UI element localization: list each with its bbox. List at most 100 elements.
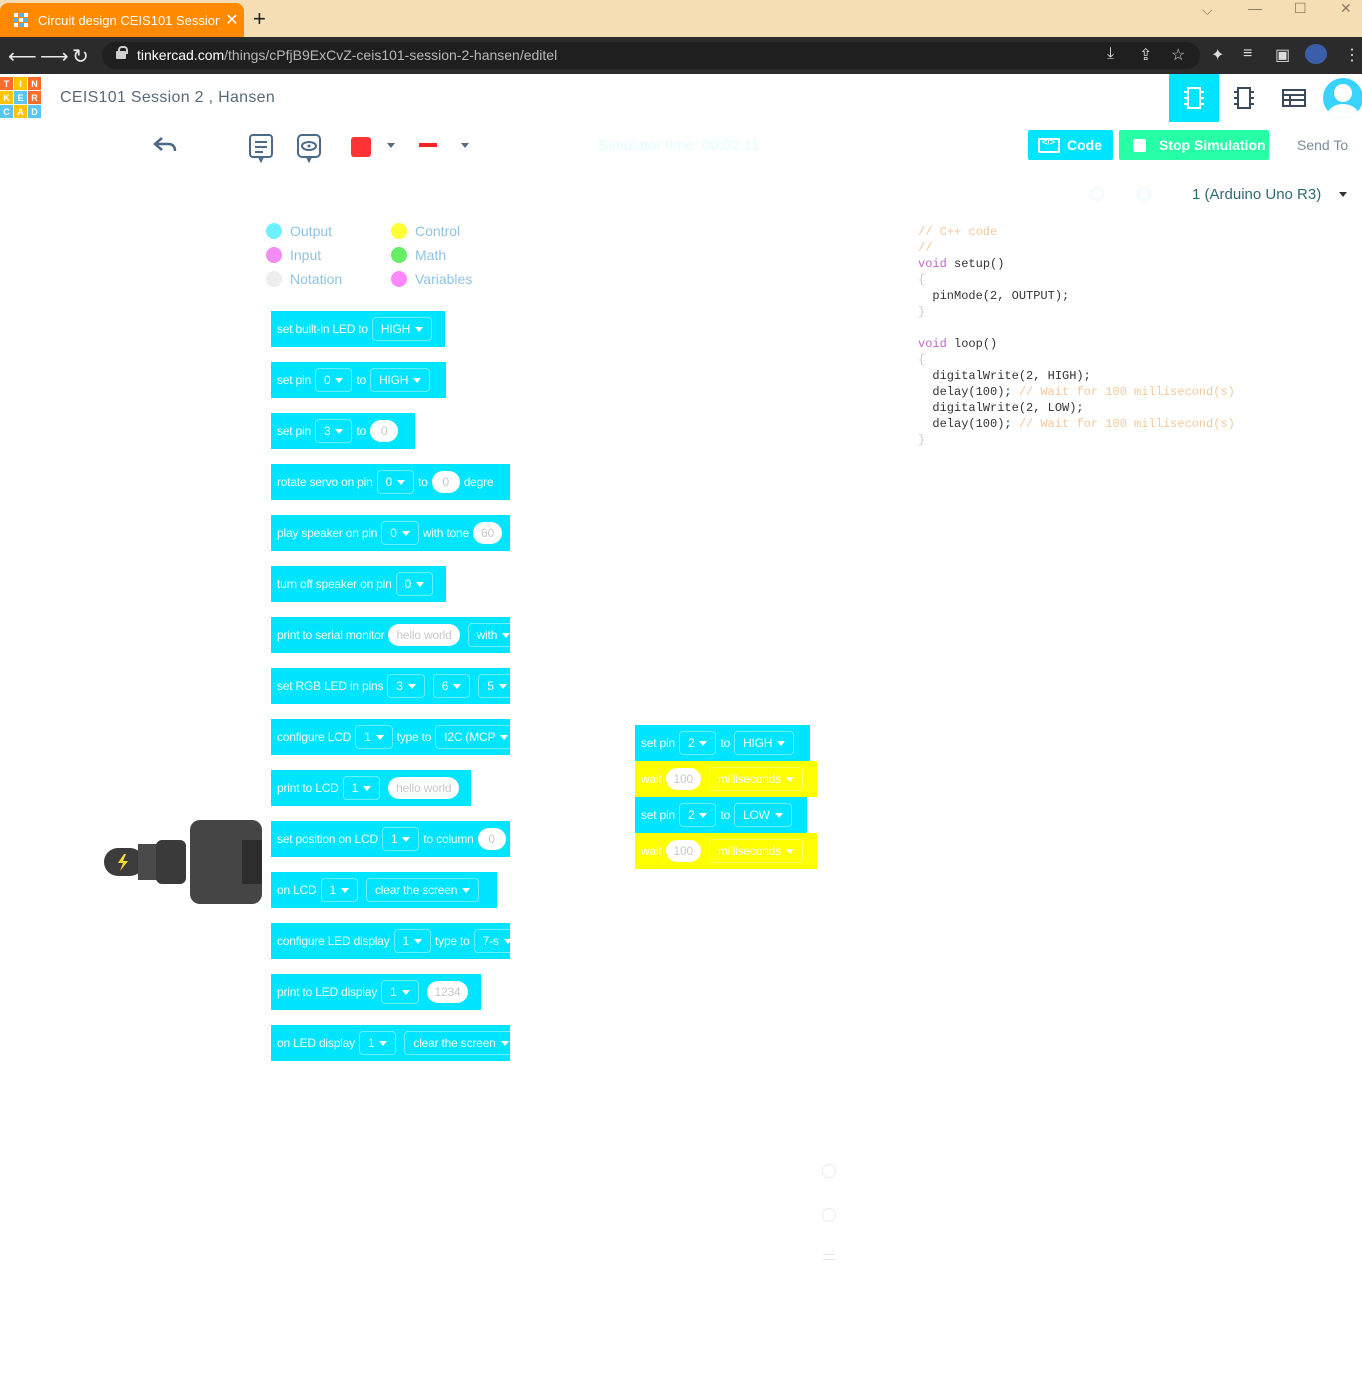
block-dropdown[interactable]: 3 (387, 674, 425, 698)
device-select[interactable]: 1 (Arduino Uno R3) (1192, 186, 1321, 203)
block-dropdown[interactable]: 1 (342, 776, 381, 800)
zoom-out-icon[interactable] (822, 1208, 836, 1222)
block-dropdown[interactable]: clear the screen (404, 1031, 510, 1055)
block-dropdown[interactable]: 5 (478, 674, 510, 698)
block-input[interactable]: hello world (388, 624, 460, 646)
category-variables[interactable]: Variables (391, 271, 472, 287)
block-dropdown[interactable]: 0 (376, 470, 415, 494)
zoom-in-icon[interactable] (822, 1164, 836, 1178)
category-math[interactable]: Math (391, 247, 446, 263)
browser-menu-icon[interactable]: ⋮ (1344, 45, 1360, 65)
device-dropdown-icon[interactable] (1339, 192, 1347, 197)
block-dropdown[interactable]: milliseconds (708, 767, 803, 791)
block-input[interactable]: 100 (665, 840, 701, 862)
block-dropdown[interactable]: 1 (393, 929, 432, 953)
block-print-lcd[interactable]: print to LCD 1 hello world (271, 770, 471, 806)
block-input[interactable]: 1234 (426, 981, 469, 1003)
profile-icon[interactable] (1305, 44, 1327, 64)
block-rotate-servo[interactable]: rotate servo on pin 0 to 0 degre (271, 464, 510, 500)
block-input[interactable]: 60 (473, 522, 502, 544)
send-to-button[interactable]: Send To (1297, 137, 1348, 153)
media-icon[interactable]: ≡ (1243, 45, 1252, 63)
tinkercad-logo[interactable]: T I N K E R C A D (0, 77, 41, 119)
forward-icon[interactable]: ⟶ (40, 44, 69, 69)
block-print-serial[interactable]: print to serial monitor hello world with (271, 617, 510, 653)
block-led-display-clear[interactable]: on LED display 1 clear the screen (271, 1025, 510, 1061)
share-icon[interactable]: ⇪ (1139, 45, 1152, 65)
category-input[interactable]: Input (266, 247, 321, 263)
zoom-fit-icon[interactable] (823, 1254, 835, 1260)
download-icon[interactable] (1137, 187, 1151, 201)
block-dropdown[interactable]: HIGH (370, 368, 431, 392)
block-dropdown[interactable]: LOW (734, 803, 792, 827)
block-play-speaker[interactable]: play speaker on pin 0 with tone 60 (271, 515, 510, 551)
block-dropdown[interactable]: 1 (320, 878, 358, 902)
block-dropdown[interactable]: 3 (314, 419, 353, 443)
block-input[interactable]: 0 (370, 420, 399, 442)
wire-type-swatch[interactable] (419, 143, 445, 147)
wire-dropdown-icon[interactable] (461, 143, 469, 148)
block-dropdown[interactable]: 1 (381, 827, 420, 851)
extensions-icon[interactable]: ✦ (1211, 45, 1224, 65)
tab-close-icon[interactable]: ✕ (220, 10, 244, 30)
block-dropdown[interactable]: 7-s (473, 929, 510, 953)
block-dropdown[interactable]: I2C (MCP (435, 725, 510, 749)
block-dropdown[interactable]: milliseconds (708, 839, 803, 863)
schematic-view-button[interactable] (1219, 74, 1269, 122)
color-dropdown-icon[interactable] (387, 143, 395, 148)
install-icon[interactable]: ⤓ (1107, 45, 1114, 63)
stop-simulation-button[interactable]: Stop Simulation (1119, 130, 1269, 160)
annotation-view-icon[interactable] (296, 133, 322, 168)
block-set-builtin-led[interactable]: set built-in LED to HIGH (271, 311, 445, 347)
block-set-pin-digital[interactable]: set pin 0 to HIGH (271, 362, 446, 398)
block-input[interactable]: hello world (388, 777, 460, 799)
code-button[interactable]: Code (1028, 130, 1113, 160)
block-input[interactable]: 0 (477, 828, 506, 850)
program-set-pin-low[interactable]: set pin 2 to LOW (635, 797, 807, 833)
minimize-button[interactable]: — (1248, 0, 1262, 20)
program-set-pin-high[interactable]: set pin 2 to HIGH (635, 725, 810, 761)
block-dropdown[interactable]: 6 (432, 674, 471, 698)
block-set-rgb-led[interactable]: set RGB LED in pins 3 6 5 (271, 668, 510, 704)
category-output[interactable]: Output (266, 223, 332, 239)
category-control[interactable]: Control (391, 223, 460, 239)
block-dropdown[interactable]: 2 (678, 731, 717, 755)
block-print-led-display[interactable]: print to LED display 1 1234 (271, 974, 481, 1010)
tab-search-icon[interactable]: ⌵ (1202, 2, 1213, 22)
browser-tab[interactable]: Circuit design CEIS101 Session 2 ✕ (0, 3, 244, 37)
block-dropdown[interactable]: clear the screen (365, 878, 480, 902)
block-configure-lcd[interactable]: configure LCD 1 type to I2C (MCP (271, 719, 510, 755)
block-set-pin-analog[interactable]: set pin 3 to 0 (271, 413, 415, 449)
program-wait-2[interactable]: wait 100 milliseconds (635, 833, 817, 869)
block-dropdown[interactable]: 1 (355, 725, 393, 749)
fill-color-swatch[interactable] (351, 137, 371, 157)
code-viewer[interactable]: // C++ code // void setup() { pinMode(2,… (918, 224, 1235, 448)
design-title[interactable]: CEIS101 Session 2 , Hansen (60, 89, 275, 107)
block-turn-off-speaker[interactable]: turn off speaker on pin 0 (271, 566, 446, 602)
new-tab-button[interactable]: + (253, 6, 266, 32)
reload-icon[interactable]: ↻ (72, 44, 89, 69)
block-dropdown[interactable]: HIGH (371, 317, 433, 341)
category-notation[interactable]: Notation (266, 271, 342, 287)
close-window-button[interactable]: ✕ (1340, 0, 1352, 20)
upload-icon[interactable] (1090, 187, 1104, 201)
block-dropdown[interactable]: 1 (358, 1031, 397, 1055)
undo-icon[interactable] (152, 134, 178, 161)
component-list-button[interactable] (1269, 74, 1319, 122)
block-dropdown[interactable]: 1 (381, 980, 419, 1004)
user-avatar[interactable] (1323, 78, 1362, 118)
bookmark-star-icon[interactable]: ☆ (1171, 45, 1185, 65)
block-dropdown[interactable]: with (467, 623, 510, 647)
circuit-view-button[interactable] (1169, 74, 1219, 122)
block-dropdown[interactable]: HIGH (734, 731, 795, 755)
url-text[interactable]: tinkercad.com/things/cPfjB9ExCvZ-ceis101… (137, 47, 557, 63)
back-icon[interactable]: ⟵ (8, 44, 37, 69)
lock-icon[interactable] (116, 46, 128, 59)
block-input[interactable]: 0 (431, 471, 460, 493)
block-set-lcd-position[interactable]: set position on LCD 1 to column 0 (271, 821, 510, 857)
block-lcd-clear[interactable]: on LCD 1 clear the screen (271, 872, 497, 908)
block-dropdown[interactable]: 0 (314, 368, 353, 392)
notes-icon[interactable] (248, 133, 274, 168)
block-input[interactable]: 100 (665, 768, 701, 790)
block-dropdown[interactable]: 2 (678, 803, 717, 827)
